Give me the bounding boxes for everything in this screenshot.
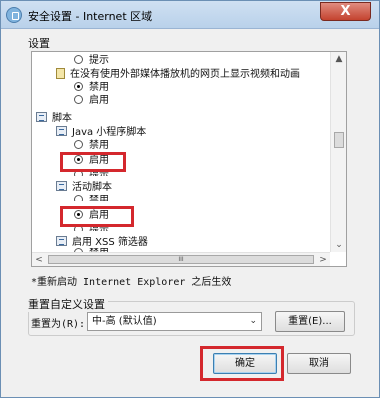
cancel-button[interactable]: 取消 xyxy=(287,353,351,374)
reset-button[interactable]: 重置(E)... xyxy=(275,311,345,332)
close-button[interactable]: X xyxy=(320,2,371,21)
radio-button[interactable] xyxy=(74,55,83,64)
option-enable[interactable]: 启用 xyxy=(74,95,109,107)
security-settings-dialog: 安全设置 - Internet 区域 X 设置 提示 在没有使用外部媒体播放机的… xyxy=(0,0,380,398)
option-prompt[interactable]: 提示 xyxy=(74,55,109,67)
setting-label: 在没有使用外部媒体播放机的网页上显示视频和动画 xyxy=(70,69,300,80)
highlight-box xyxy=(200,346,284,381)
reset-level-dropdown[interactable]: 中-高 (默认值) ⌄ xyxy=(87,312,262,331)
window-title: 安全设置 - Internet 区域 xyxy=(28,10,153,23)
document-icon xyxy=(56,68,65,79)
reset-to-label: 重置为(R): xyxy=(31,319,86,330)
shield-icon xyxy=(6,7,22,23)
scroll-up-arrow-icon[interactable]: ▲ xyxy=(331,52,346,66)
horizontal-scrollbar[interactable]: < III > xyxy=(32,252,330,266)
settings-category-icon xyxy=(56,181,67,191)
radio-button[interactable] xyxy=(74,140,83,149)
title-bar[interactable]: 安全设置 - Internet 区域 X xyxy=(1,1,379,29)
scroll-thumb[interactable] xyxy=(334,132,344,148)
option-label: 提示 xyxy=(89,55,109,66)
category-label: 脚本 xyxy=(52,113,72,124)
settings-category-icon xyxy=(36,112,47,122)
category-scripts: 脚本 xyxy=(36,112,72,124)
highlight-box xyxy=(60,152,126,172)
vertical-scrollbar[interactable]: ▲ ⌄ xyxy=(330,52,346,252)
dropdown-value: 中-高 (默认值) xyxy=(92,316,157,327)
setting-java-applet-scripting: Java 小程序脚本 xyxy=(56,126,146,138)
scroll-left-arrow-icon[interactable]: < xyxy=(32,253,46,266)
option-label: 禁用 xyxy=(89,82,109,93)
option-label: 禁用 xyxy=(89,195,109,201)
chevron-down-icon: ⌄ xyxy=(249,316,257,326)
radio-button[interactable] xyxy=(74,82,83,91)
reset-group-label: 重置自定义设置 xyxy=(28,296,108,312)
setting-active-scripting: 活动脚本 xyxy=(56,181,112,193)
scroll-right-arrow-icon[interactable]: > xyxy=(316,253,330,266)
radio-button[interactable] xyxy=(74,95,83,104)
settings-tree[interactable]: 提示 在没有使用外部媒体播放机的网页上显示视频和动画 禁用 启用 脚本 Java… xyxy=(31,51,347,267)
option-label: 禁用 xyxy=(89,140,109,151)
option-disable[interactable]: 禁用 xyxy=(74,82,109,94)
setting-label: Java 小程序脚本 xyxy=(72,127,147,138)
scroll-down-arrow-icon[interactable]: ⌄ xyxy=(331,238,346,252)
setting-video-animation: 在没有使用外部媒体播放机的网页上显示视频和动画 xyxy=(56,68,300,80)
setting-xss-filter: 启用 XSS 筛选器 xyxy=(56,236,148,248)
setting-label: 活动脚本 xyxy=(72,182,112,193)
option-disable[interactable]: 禁用 xyxy=(74,195,109,201)
settings-section-label: 设置 xyxy=(28,37,50,50)
option-disable[interactable]: 禁用 xyxy=(74,140,109,152)
scroll-thumb[interactable]: III xyxy=(48,255,314,264)
settings-category-icon xyxy=(56,236,67,246)
setting-label: 启用 XSS 筛选器 xyxy=(72,237,148,248)
restart-notice: *重新启动 Internet Explorer 之后生效 xyxy=(31,277,232,288)
radio-button[interactable] xyxy=(74,195,83,201)
settings-category-icon xyxy=(56,126,67,136)
highlight-box xyxy=(60,206,134,227)
option-label: 启用 xyxy=(89,95,109,106)
